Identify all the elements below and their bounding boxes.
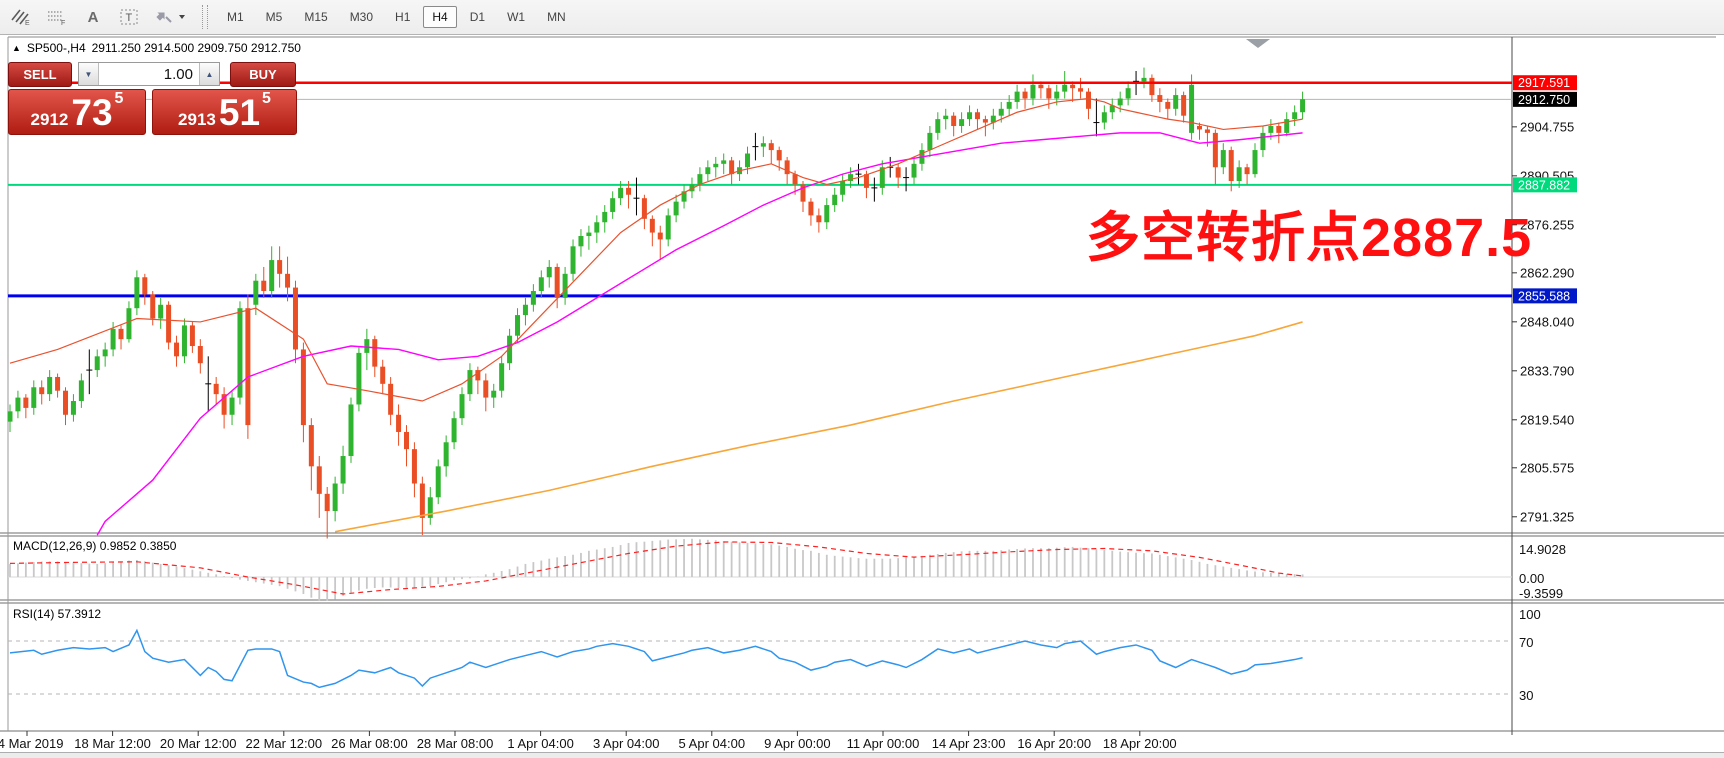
buy-price-point: 5 xyxy=(262,92,271,106)
svg-text:2791.325: 2791.325 xyxy=(1520,509,1574,524)
down-arrow-marker-icon xyxy=(1246,39,1270,48)
time-axis-label: 1 Apr 04:00 xyxy=(507,736,574,751)
symbol-marker-icon: ▲ xyxy=(12,43,21,53)
time-axis-label: 18 Apr 20:00 xyxy=(1103,736,1177,751)
time-axis-label: 20 Mar 12:00 xyxy=(160,736,237,751)
svg-text:2833.790: 2833.790 xyxy=(1520,363,1574,378)
moving-averages-layer xyxy=(10,99,1303,536)
svg-text:2855.588: 2855.588 xyxy=(1518,289,1570,303)
svg-text:2912.750: 2912.750 xyxy=(1518,93,1570,107)
macd-axis-min: -9.3599 xyxy=(1519,586,1563,601)
window-bottom-edge xyxy=(0,752,1724,758)
symbol-quotes: 2911.250 2914.500 2909.750 2912.750 xyxy=(92,41,301,55)
buy-price-pips: 51 xyxy=(219,96,260,130)
rsi-panel xyxy=(8,630,1512,694)
price-axis: 2904.7552890.5052876.2552862.2902848.040… xyxy=(1512,75,1577,524)
volume-decrease-button[interactable]: ▼ xyxy=(79,63,99,85)
rsi-axis-30: 30 xyxy=(1519,688,1533,703)
svg-text:2887.882: 2887.882 xyxy=(1518,178,1570,192)
timeframe-mn[interactable]: MN xyxy=(538,6,575,28)
time-axis-label: 28 Mar 08:00 xyxy=(417,736,494,751)
svg-text:2819.540: 2819.540 xyxy=(1520,412,1574,427)
svg-text:2848.040: 2848.040 xyxy=(1520,314,1574,329)
time-axis-label: 3 Apr 04:00 xyxy=(593,736,660,751)
sell-price-pips: 73 xyxy=(71,96,112,130)
sell-price-point: 5 xyxy=(115,92,124,106)
volume-increase-button[interactable]: ▲ xyxy=(199,63,219,85)
one-click-trading-panel: SELL ▼ ▲ BUY 2912 73 5 2913 51 5 xyxy=(8,61,297,135)
svg-text:2805.575: 2805.575 xyxy=(1520,460,1574,475)
sell-button[interactable]: SELL xyxy=(8,62,72,87)
buy-price-int: 2913 xyxy=(178,110,216,130)
timeframe-m15[interactable]: M15 xyxy=(295,6,336,28)
svg-text:2917.591: 2917.591 xyxy=(1518,76,1570,90)
sort-arrows-dropdown-icon[interactable] xyxy=(150,4,190,30)
letter-a-icon[interactable]: A xyxy=(78,4,108,30)
timeframe-w1[interactable]: W1 xyxy=(498,6,534,28)
candles-layer xyxy=(8,68,1306,539)
rsi-indicator-label: RSI(14) 57.3912 xyxy=(13,607,101,621)
svg-text:T: T xyxy=(126,12,133,24)
dotted-grid-f-icon[interactable]: F xyxy=(42,4,72,30)
macd-axis-zero: 0.00 xyxy=(1519,571,1544,586)
macd-indicator-label: MACD(12,26,9) 0.9852 0.3850 xyxy=(13,539,176,553)
time-axis-label: 26 Mar 08:00 xyxy=(331,736,408,751)
time-axis-label: 16 Apr 20:00 xyxy=(1017,736,1091,751)
svg-text:2904.755: 2904.755 xyxy=(1520,119,1574,134)
chart-annotation-text: 多空转折点2887.5 xyxy=(1086,193,1532,272)
time-axis-label: 9 Apr 00:00 xyxy=(764,736,831,751)
time-axis-label: 11 Apr 00:00 xyxy=(847,736,920,751)
timeframe-h4[interactable]: H4 xyxy=(423,6,456,28)
trading-platform-window: E F A T M1M5M15M30H1H4 xyxy=(0,0,1724,758)
timeframe-buttons: M1M5M15M30H1H4D1W1MN xyxy=(216,8,577,26)
buy-button[interactable]: BUY xyxy=(230,62,296,87)
timeframe-d1[interactable]: D1 xyxy=(461,6,494,28)
rsi-axis-70: 70 xyxy=(1519,635,1533,650)
diagonal-lines-e-icon[interactable]: E xyxy=(6,4,36,30)
svg-text:E: E xyxy=(25,20,30,26)
sell-price-box[interactable]: 2912 73 5 xyxy=(8,89,146,135)
symbol-header: ▲ SP500-,H4 2911.250 2914.500 2909.750 2… xyxy=(12,41,301,55)
volume-stepper: ▼ ▲ xyxy=(78,62,220,86)
timeframe-h1[interactable]: H1 xyxy=(386,6,419,28)
toolbar-separator xyxy=(202,5,208,29)
rsi-axis-100: 100 xyxy=(1519,607,1541,622)
symbol-period-label: SP500-,H4 xyxy=(27,41,86,55)
timeframe-m5[interactable]: M5 xyxy=(257,6,292,28)
time-axis-label: 22 Mar 12:00 xyxy=(245,736,322,751)
volume-input[interactable] xyxy=(99,63,199,85)
time-axis-label: 18 Mar 12:00 xyxy=(74,736,151,751)
buy-price-box[interactable]: 2913 51 5 xyxy=(152,89,297,135)
timeframe-m1[interactable]: M1 xyxy=(218,6,253,28)
panel-borders xyxy=(0,37,1724,735)
macd-panel xyxy=(8,539,1512,601)
chart-canvas[interactable]: 2904.7552890.5052876.2552862.2902848.040… xyxy=(0,35,1724,758)
text-box-t-icon[interactable]: T xyxy=(114,4,144,30)
macd-axis-max: 14.9028 xyxy=(1519,542,1566,557)
sell-price-int: 2912 xyxy=(31,110,69,130)
timeframe-m30[interactable]: M30 xyxy=(341,6,382,28)
svg-text:F: F xyxy=(61,20,65,26)
toolbar: E F A T M1M5M15M30H1H4 xyxy=(0,0,1724,35)
time-axis-label: 5 Apr 04:00 xyxy=(679,736,746,751)
chart-region: 2904.7552890.5052876.2552862.2902848.040… xyxy=(0,35,1724,758)
time-axis-label: 14 Apr 23:00 xyxy=(932,736,1006,751)
time-axis-label: 14 Mar 2019 xyxy=(0,736,64,751)
